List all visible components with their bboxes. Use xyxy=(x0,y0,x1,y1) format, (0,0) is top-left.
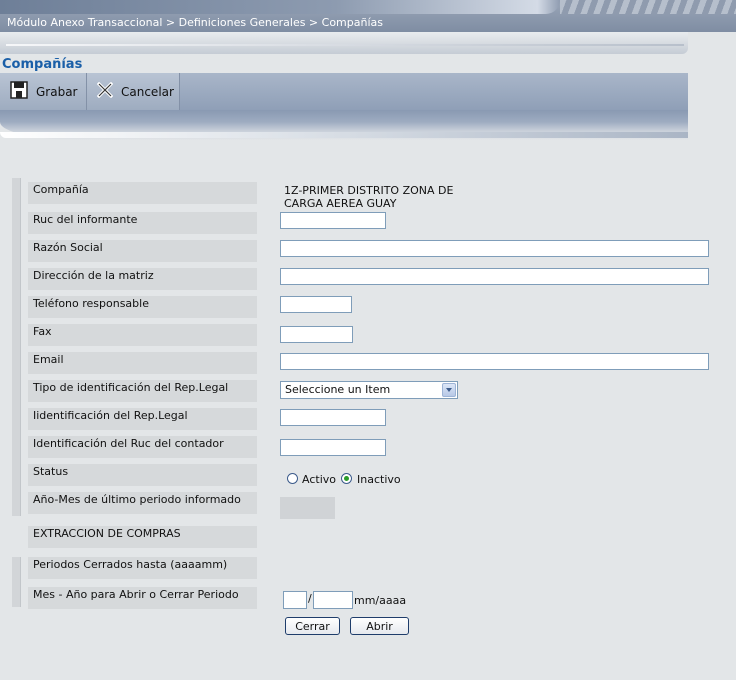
save-button[interactable]: Grabar xyxy=(0,73,87,110)
sub-header-band xyxy=(0,32,688,54)
id-contador-label: Identificación del Ruc del contador xyxy=(28,436,257,458)
save-icon xyxy=(10,81,28,102)
company-label: Compañía xyxy=(28,182,257,204)
status-inactivo-label: Inactivo xyxy=(357,473,401,486)
status-label: Status xyxy=(28,464,257,486)
toolbar-wave-decoration xyxy=(0,110,688,140)
status-activo-radio[interactable] xyxy=(287,473,298,484)
header-band: Módulo Anexo Transaccional > Definicione… xyxy=(0,0,736,32)
id-contador-input[interactable] xyxy=(280,439,386,456)
telefono-label: Teléfono responsable xyxy=(28,296,257,318)
ruc-input[interactable] xyxy=(280,212,386,229)
cerrar-button[interactable]: Cerrar xyxy=(285,617,340,635)
header-shine xyxy=(0,0,560,14)
section-extraccion-compras: EXTRACCION DE COMPRAS xyxy=(28,526,257,548)
fax-label: Fax xyxy=(28,324,257,346)
breadcrumb: Módulo Anexo Transaccional > Definicione… xyxy=(7,16,383,29)
ruc-label: Ruc del informante xyxy=(28,212,257,234)
save-label: Grabar xyxy=(36,84,78,99)
form-left-bar-lower xyxy=(12,557,21,607)
mes-anio-label: Mes - Año para Abrir o Cerrar Periodo xyxy=(28,587,257,609)
status-activo-label: Activo xyxy=(302,473,336,486)
toolbar: Grabar Cancelar xyxy=(0,73,688,110)
date-format-hint: mm/aaaa xyxy=(354,594,407,607)
cancel-button[interactable]: Cancelar xyxy=(87,73,180,110)
year-input[interactable] xyxy=(313,591,353,609)
company-value: 1Z-PRIMER DISTRITO ZONA DE CARGA AEREA G… xyxy=(284,184,454,210)
razon-social-label: Razón Social xyxy=(28,240,257,262)
abrir-button[interactable]: Abrir xyxy=(350,617,409,635)
direccion-label: Dirección de la matriz xyxy=(28,268,257,290)
fax-input[interactable] xyxy=(280,326,353,343)
ultimo-periodo-value xyxy=(280,497,335,519)
cancel-label: Cancelar xyxy=(121,84,174,99)
telefono-input[interactable] xyxy=(280,296,352,313)
tipo-identificacion-label: Tipo de identificación del Rep.Legal xyxy=(28,380,257,402)
ultimo-periodo-label: Año-Mes de último periodo informado xyxy=(28,492,257,514)
date-separator: / xyxy=(308,592,312,605)
chevron-down-icon[interactable] xyxy=(442,383,456,397)
periodos-cerrados-label: Periodos Cerrados hasta (aaaamm) xyxy=(28,557,257,579)
status-inactivo-radio[interactable] xyxy=(341,473,352,484)
page-title: Compañías xyxy=(2,57,83,72)
id-rep-legal-input[interactable] xyxy=(280,409,386,426)
direccion-input[interactable] xyxy=(280,268,709,285)
id-rep-legal-label: Iidentificación del Rep.Legal xyxy=(28,408,257,430)
tipo-identificacion-selected: Seleccione un Item xyxy=(285,383,391,396)
razon-social-input[interactable] xyxy=(280,240,709,257)
month-input[interactable] xyxy=(283,591,307,609)
header-stripes xyxy=(560,0,736,14)
form-left-bar xyxy=(12,178,21,516)
tipo-identificacion-select[interactable]: Seleccione un Item xyxy=(280,381,458,399)
email-label: Email xyxy=(28,352,257,374)
email-input[interactable] xyxy=(280,353,709,370)
close-icon xyxy=(96,81,114,101)
